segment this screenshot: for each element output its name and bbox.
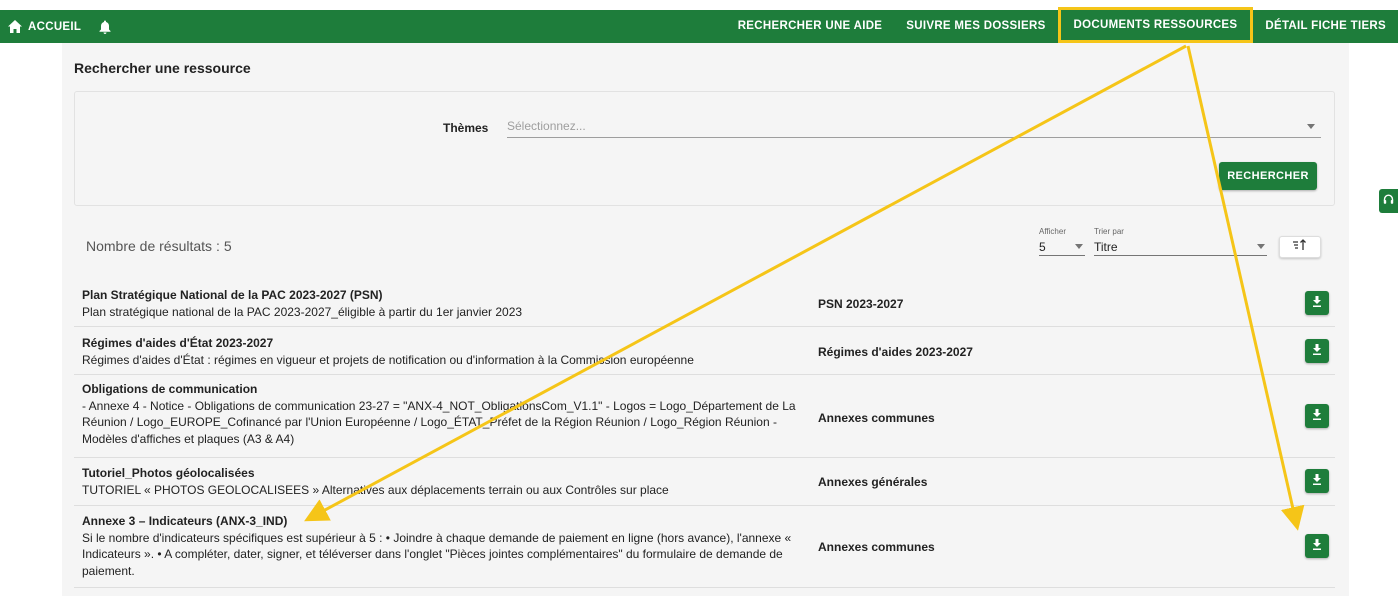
download-button[interactable] xyxy=(1305,534,1329,558)
nav-documents-ressources[interactable]: DOCUMENTS RESSOURCES xyxy=(1057,6,1254,43)
results-count-label: Nombre de résultats : xyxy=(86,238,220,254)
nav-left-group: ACCUEIL xyxy=(8,10,111,43)
home-link[interactable]: ACCUEIL xyxy=(8,20,81,33)
download-icon xyxy=(1312,294,1322,312)
headset-icon xyxy=(1383,192,1394,210)
home-label: ACCUEIL xyxy=(28,20,82,33)
result-text: Tutoriel_Photos géolocalisées TUTORIEL «… xyxy=(82,465,802,498)
result-title[interactable]: Tutoriel_Photos géolocalisées xyxy=(82,465,802,482)
chevron-down-icon xyxy=(1307,124,1315,129)
result-description: - Annexe 4 - Notice - Obligations de com… xyxy=(82,398,796,446)
per-page-value: 5 xyxy=(1039,240,1046,254)
download-button[interactable] xyxy=(1305,291,1329,315)
sort-direction-button[interactable] xyxy=(1279,236,1321,258)
sort-by-select[interactable]: Titre xyxy=(1094,237,1267,256)
result-description: TUTORIEL « PHOTOS GEOLOCALISEES » Altern… xyxy=(82,482,669,497)
sort-by-value: Titre xyxy=(1094,240,1118,254)
result-category: PSN 2023-2027 xyxy=(818,297,904,311)
resources-panel: Rechercher une ressource Thèmes Sélectio… xyxy=(62,43,1349,596)
themes-label: Thèmes xyxy=(443,121,489,135)
nav-right-group: RECHERCHER UNE AIDE SUIVRE MES DOSSIERS … xyxy=(726,6,1398,43)
page-title: Rechercher une ressource xyxy=(74,60,251,76)
result-title[interactable]: Obligations de communication xyxy=(82,381,802,398)
help-tab[interactable] xyxy=(1379,189,1398,213)
notifications-button[interactable] xyxy=(99,20,111,34)
result-description: Si le nombre d'indicateurs spécifiques e… xyxy=(82,530,792,578)
result-description: Plan stratégique national de la PAC 2023… xyxy=(82,304,523,319)
result-row: Régimes d'aides d'État 2023-2027 Régimes… xyxy=(74,327,1335,375)
nav-suivre-mes-dossiers[interactable]: SUIVRE MES DOSSIERS xyxy=(894,10,1057,43)
download-button[interactable] xyxy=(1305,469,1329,493)
search-filter-box: Thèmes Sélectionnez... RECHERCHER xyxy=(74,91,1335,206)
result-row: Tutoriel_Photos géolocalisées TUTORIEL «… xyxy=(74,458,1335,506)
sort-icon xyxy=(1292,238,1308,256)
per-page-label: Afficher xyxy=(1039,227,1066,236)
result-title[interactable]: Annexe 3 – Indicateurs (ANX-3_IND) xyxy=(82,513,802,530)
download-button[interactable] xyxy=(1305,339,1329,363)
sort-by-label: Trier par xyxy=(1094,227,1124,236)
results-count: Nombre de résultats :5 xyxy=(86,238,232,254)
result-title[interactable]: Plan Stratégique National de la PAC 2023… xyxy=(82,287,802,304)
download-icon xyxy=(1312,537,1322,555)
top-navigation-bar: ACCUEIL RECHERCHER UNE AIDE SUIVRE MES D… xyxy=(0,6,1398,43)
download-icon xyxy=(1312,407,1322,425)
download-icon xyxy=(1312,342,1322,360)
search-button[interactable]: RECHERCHER xyxy=(1219,162,1317,190)
result-text: Régimes d'aides d'État 2023-2027 Régimes… xyxy=(82,335,802,368)
result-row: Obligations de communication - Annexe 4 … xyxy=(74,375,1335,458)
chevron-down-icon xyxy=(1075,244,1083,249)
result-text: Annexe 3 – Indicateurs (ANX-3_IND) Si le… xyxy=(82,513,802,579)
result-category: Annexes communes xyxy=(818,540,935,554)
result-text: Plan Stratégique National de la PAC 2023… xyxy=(82,287,802,320)
result-category: Annexes générales xyxy=(818,475,928,489)
result-description: Régimes d'aides d'État : régimes en vigu… xyxy=(82,352,694,367)
result-row: Plan Stratégique National de la PAC 2023… xyxy=(74,279,1335,327)
result-title[interactable]: Régimes d'aides d'État 2023-2027 xyxy=(82,335,802,352)
home-icon xyxy=(8,20,22,33)
download-icon xyxy=(1312,472,1322,490)
bell-icon xyxy=(99,20,111,34)
result-category: Régimes d'aides 2023-2027 xyxy=(818,345,973,359)
result-category: Annexes communes xyxy=(818,411,935,425)
nav-rechercher-une-aide[interactable]: RECHERCHER UNE AIDE xyxy=(726,10,895,43)
chevron-down-icon xyxy=(1257,244,1265,249)
result-text: Obligations de communication - Annexe 4 … xyxy=(82,381,802,447)
per-page-select[interactable]: 5 xyxy=(1039,237,1085,256)
result-row: Annexe 3 – Indicateurs (ANX-3_IND) Si le… xyxy=(74,506,1335,588)
nav-detail-fiche-tiers[interactable]: DÉTAIL FICHE TIERS xyxy=(1253,10,1398,43)
themes-select[interactable]: Sélectionnez... xyxy=(507,114,1321,138)
download-button[interactable] xyxy=(1305,404,1329,428)
themes-placeholder: Sélectionnez... xyxy=(507,119,586,133)
results-count-value: 5 xyxy=(223,238,232,254)
